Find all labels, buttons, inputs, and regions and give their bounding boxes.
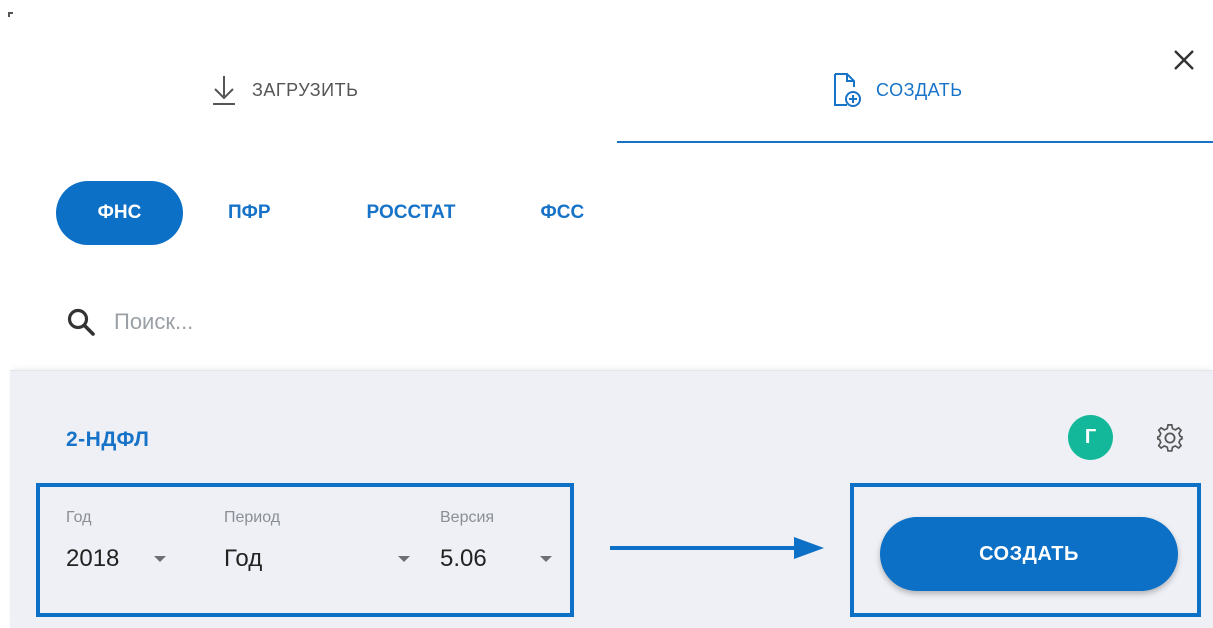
close-icon: [1174, 50, 1194, 70]
category-chip-fns[interactable]: ФНС: [56, 181, 183, 245]
category-chips: ФНС ПФР РОССТАТ ФСС: [56, 181, 584, 245]
corner-mark: [8, 12, 13, 17]
tab-upload[interactable]: ЗАГРУЗИТЬ: [210, 40, 358, 140]
report-params-highlight: Год 2018 Период Год Версия 5.06: [36, 483, 574, 617]
chevron-down-icon: [154, 556, 166, 562]
tab-create[interactable]: СОЗДАТЬ: [832, 40, 963, 140]
file-add-icon: [834, 73, 861, 107]
period-value: Год: [224, 545, 263, 572]
tab-upload-label: ЗАГРУЗИТЬ: [252, 79, 359, 100]
report-card: 2-НДФЛ Г Год 2018 Период Год Версия 5.06: [10, 370, 1213, 628]
version-select[interactable]: 5.06: [440, 541, 552, 577]
period-select[interactable]: Год: [224, 541, 410, 577]
create-button-highlight: СОЗДАТЬ: [850, 483, 1201, 617]
download-arrow-icon: [213, 76, 235, 105]
report-title[interactable]: 2-НДФЛ: [66, 428, 149, 452]
chevron-down-icon: [398, 556, 410, 562]
category-chip-rosstat[interactable]: РОССТАТ: [367, 181, 456, 245]
create-report-button[interactable]: СОЗДАТЬ: [880, 517, 1178, 591]
gear-icon[interactable]: [1155, 423, 1185, 453]
arrow-right-icon: [610, 537, 824, 559]
close-button[interactable]: [1166, 42, 1202, 78]
search-bar: [66, 296, 614, 348]
avatar: Г: [1068, 415, 1113, 460]
period-label: Период: [224, 509, 281, 526]
chevron-down-icon: [540, 556, 552, 562]
search-input[interactable]: [114, 309, 614, 335]
period-field: Период Год: [224, 509, 410, 577]
year-field: Год 2018: [66, 509, 166, 577]
year-value: 2018: [66, 545, 120, 572]
tab-create-label: СОЗДАТЬ: [876, 79, 963, 100]
version-value: 5.06: [440, 545, 487, 572]
year-label: Год: [66, 509, 92, 526]
category-chip-pfr[interactable]: ПФР: [228, 181, 271, 245]
version-label: Версия: [440, 509, 495, 526]
year-select[interactable]: 2018: [66, 541, 166, 577]
active-tab-indicator: [617, 141, 1213, 143]
version-field: Версия 5.06: [440, 509, 552, 577]
category-chip-fss[interactable]: ФСС: [541, 181, 585, 245]
search-icon: [67, 308, 95, 336]
